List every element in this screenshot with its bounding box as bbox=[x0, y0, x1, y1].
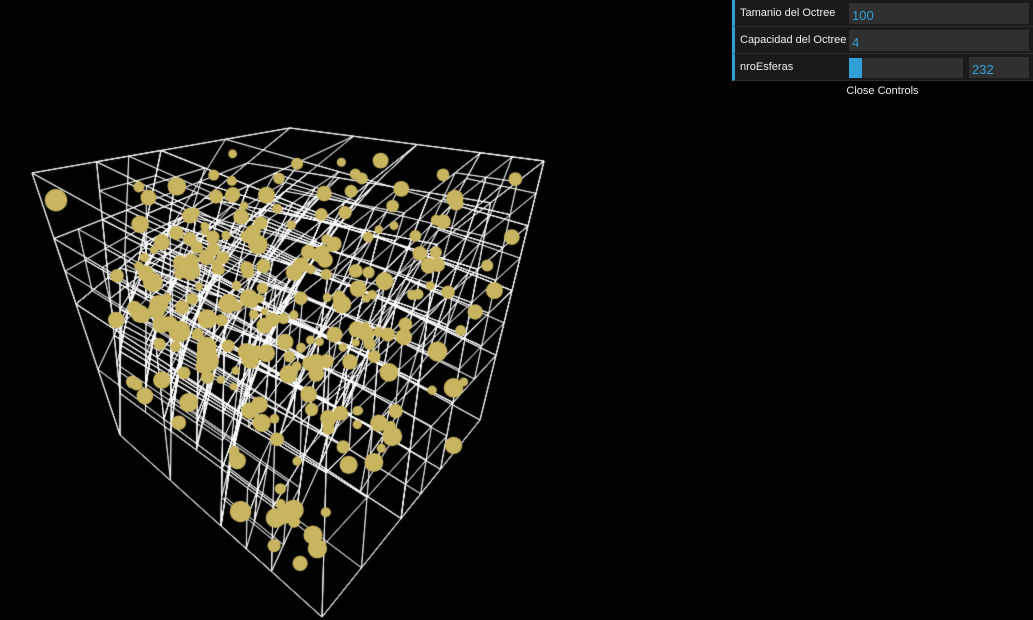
octree-size-label: Tamanio del Octree bbox=[740, 7, 836, 19]
sphere-count-label: nroEsferas bbox=[740, 61, 794, 73]
controls-panel: Tamanio del Octree Capacidad del Octree … bbox=[732, 0, 1033, 101]
sphere-count-slider[interactable] bbox=[849, 58, 963, 78]
octree-size-input[interactable] bbox=[849, 3, 1029, 24]
sphere-count-slider-fill bbox=[849, 58, 863, 78]
close-controls-button[interactable]: Close Controls bbox=[732, 81, 1033, 101]
sphere-count-control: nroEsferas bbox=[732, 54, 1033, 81]
octree-size-control: Tamanio del Octree bbox=[732, 0, 1033, 27]
octree-capacity-control: Capacidad del Octree bbox=[732, 27, 1033, 54]
sphere-count-input[interactable] bbox=[969, 57, 1029, 78]
octree-capacity-label: Capacidad del Octree bbox=[740, 34, 847, 46]
octree-capacity-input[interactable] bbox=[849, 30, 1029, 51]
